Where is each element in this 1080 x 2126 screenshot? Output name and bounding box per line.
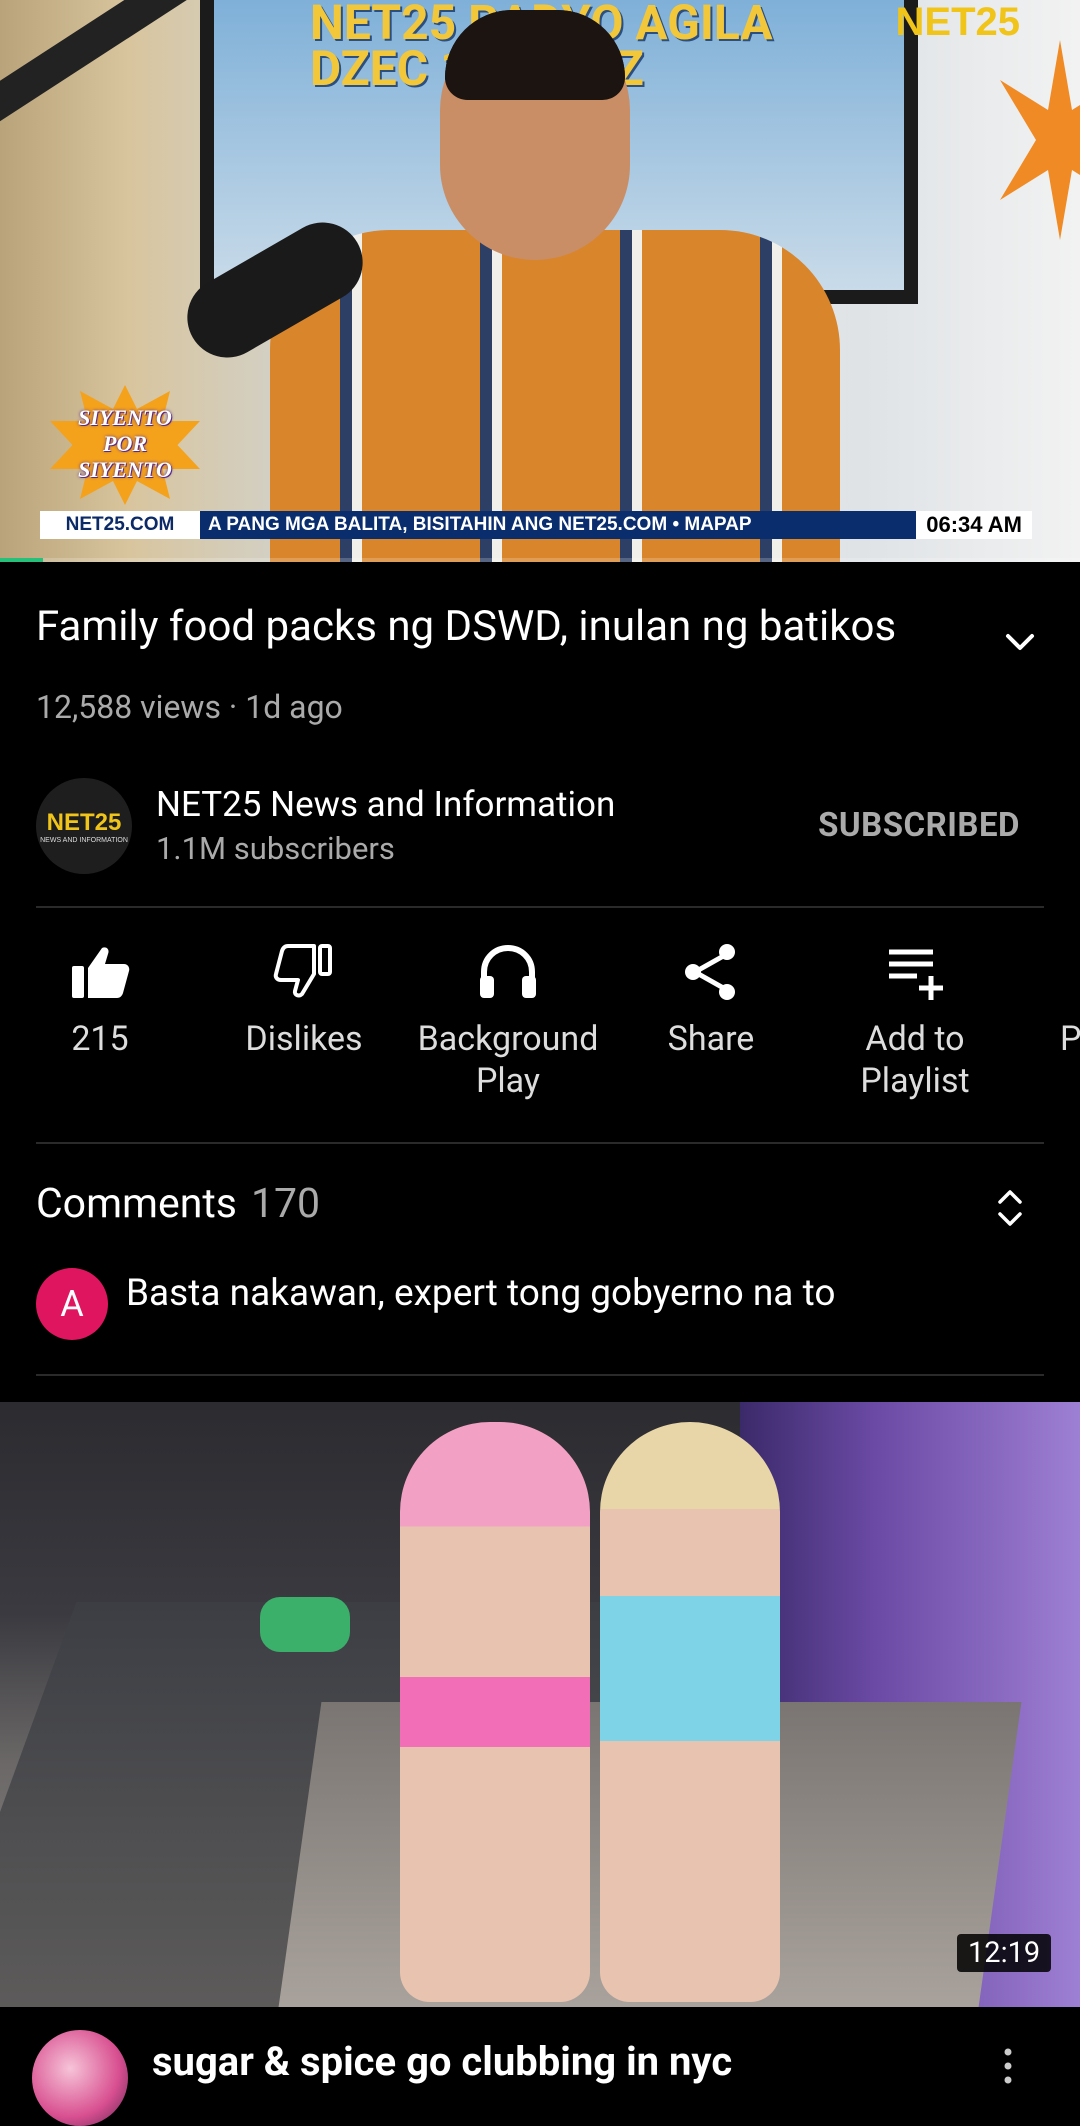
add-to-playlist-label: Add to Playlist [860, 1019, 970, 1101]
news-ticker: NET25.COM A PANG MGA BALITA, BISITAHIN A… [40, 511, 1032, 539]
subscribe-button[interactable]: SUBSCRIBED [818, 806, 1020, 845]
popup-icon [1020, 940, 1080, 1004]
comments-header[interactable]: Comments 170 [36, 1180, 320, 1228]
popup-label: P [1060, 1019, 1080, 1059]
playlist-add-icon [889, 949, 943, 1000]
ticker-time: 06:34 AM [916, 511, 1032, 539]
dislike-button[interactable]: Dislikes [204, 940, 404, 1060]
ticker-brand: NET25.COM [40, 511, 200, 539]
share-icon [685, 944, 735, 1000]
thumbnail-person-pink [400, 1422, 590, 2002]
next-video-title[interactable]: sugar & spice go clubbing in nyc [152, 2038, 732, 2085]
dislike-label: Dislikes [245, 1019, 363, 1059]
chevron-down-icon[interactable] [1000, 622, 1040, 662]
divider [36, 906, 1044, 908]
expand-collapse-icon[interactable] [990, 1186, 1030, 1230]
divider [36, 1142, 1044, 1144]
comment-avatar[interactable]: A [36, 1268, 108, 1340]
subscriber-count: 1.1M subscribers [156, 830, 395, 867]
starburst-graphic [1000, 40, 1080, 240]
like-button[interactable]: 215 [0, 940, 200, 1060]
comments-count: 170 [250, 1180, 321, 1228]
channel-name[interactable]: NET25 News and Information [156, 784, 615, 825]
thumbs-up-icon [72, 947, 130, 998]
next-channel-avatar[interactable] [32, 2030, 128, 2126]
corner-logo: NET25 [895, 0, 1021, 44]
channel-avatar-sub: NEWS AND INFORMATION [40, 836, 128, 844]
video-title[interactable]: Family food packs ng DSWD, inulan ng bat… [36, 600, 976, 654]
show-logo: SIYENTO POR SIYENTO [78, 405, 172, 482]
popup-button[interactable]: P [1020, 940, 1080, 1060]
thumbs-down-icon [273, 944, 332, 998]
progress-bar[interactable] [0, 558, 1080, 562]
like-count: 215 [71, 1019, 129, 1059]
share-label: Share [667, 1019, 755, 1059]
channel-avatar-logo: NET25 [46, 808, 122, 836]
headphones-icon [480, 944, 536, 998]
add-to-playlist-button[interactable]: Add to Playlist [815, 940, 1015, 1102]
share-button[interactable]: Share [611, 940, 811, 1060]
video-meta: 12,588 views · 1d ago [36, 688, 343, 726]
progress-fill [0, 558, 44, 562]
thumbnail-person-blue [600, 1422, 780, 2002]
ticker-text: A PANG MGA BALITA, BISITAHIN ANG NET25.C… [208, 514, 752, 535]
host-hair-top [445, 10, 625, 100]
video-duration: 12:19 [957, 1934, 1052, 1972]
video-player[interactable]: NET25 RADYO AGILA DZEC 1062KHZ NET25 SIY… [0, 0, 1080, 562]
channel-avatar[interactable]: NET25 NEWS AND INFORMATION [36, 778, 132, 874]
action-row: 215 Dislikes Background Play Share Add t… [0, 940, 1080, 1120]
more-vert-icon[interactable] [998, 2046, 1018, 2086]
thumbnail-scooter [260, 1597, 350, 1652]
comments-title: Comments [36, 1180, 237, 1228]
comment-text[interactable]: Basta nakawan, expert tong gobyerno na t… [126, 1272, 835, 1315]
next-video-thumbnail[interactable] [0, 1402, 1080, 2007]
background-play-label: Background Play [417, 1019, 599, 1101]
divider [36, 1374, 1044, 1376]
background-play-button[interactable]: Background Play [408, 940, 608, 1102]
channel-row[interactable]: NET25 NEWS AND INFORMATION NET25 News an… [36, 778, 1044, 878]
